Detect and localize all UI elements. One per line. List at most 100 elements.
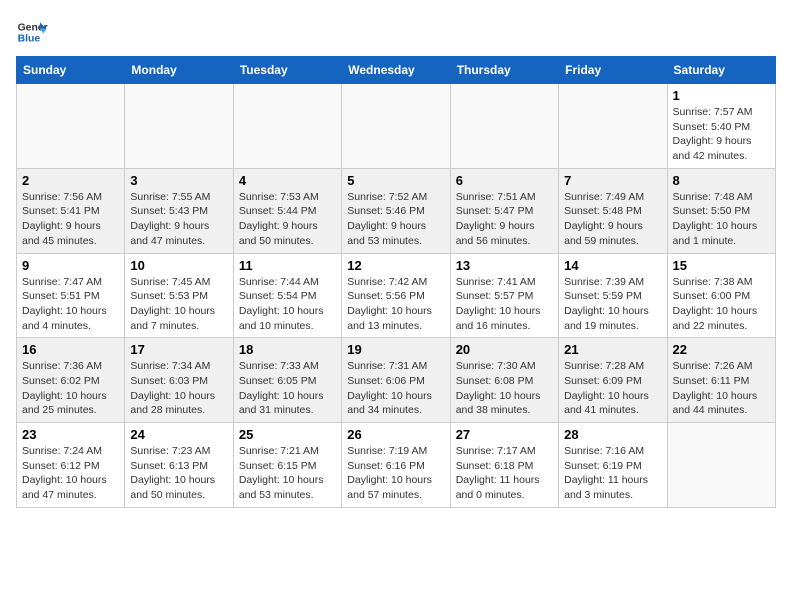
day-number: 3: [130, 173, 227, 188]
calendar-day-cell: [17, 84, 125, 169]
calendar-day-cell: 16 Sunrise: 7:36 AM Sunset: 6:02 PM Dayli…: [17, 338, 125, 423]
day-number: 4: [239, 173, 336, 188]
day-info: Sunrise: 7:33 AM Sunset: 6:05 PM Dayligh…: [239, 359, 336, 418]
day-info: Sunrise: 7:47 AM Sunset: 5:51 PM Dayligh…: [22, 275, 119, 334]
day-info: Sunrise: 7:48 AM Sunset: 5:50 PM Dayligh…: [673, 190, 770, 249]
day-info: Sunrise: 7:45 AM Sunset: 5:53 PM Dayligh…: [130, 275, 227, 334]
day-info: Sunrise: 7:56 AM Sunset: 5:41 PM Dayligh…: [22, 190, 119, 249]
day-info: Sunrise: 7:31 AM Sunset: 6:06 PM Dayligh…: [347, 359, 444, 418]
day-info: Sunrise: 7:36 AM Sunset: 6:02 PM Dayligh…: [22, 359, 119, 418]
calendar-day-cell: 3 Sunrise: 7:55 AM Sunset: 5:43 PM Daylig…: [125, 168, 233, 253]
day-number: 28: [564, 427, 661, 442]
logo-icon: General Blue: [16, 16, 48, 48]
calendar-day-cell: 22 Sunrise: 7:26 AM Sunset: 6:11 PM Dayli…: [667, 338, 775, 423]
calendar-week-row: 9 Sunrise: 7:47 AM Sunset: 5:51 PM Daylig…: [17, 253, 776, 338]
day-info: Sunrise: 7:57 AM Sunset: 5:40 PM Dayligh…: [673, 105, 770, 164]
svg-text:Blue: Blue: [18, 34, 41, 45]
day-number: 6: [456, 173, 553, 188]
day-info: Sunrise: 7:26 AM Sunset: 6:11 PM Dayligh…: [673, 359, 770, 418]
day-number: 8: [673, 173, 770, 188]
logo: General Blue: [16, 16, 48, 48]
calendar-day-cell: 28 Sunrise: 7:16 AM Sunset: 6:19 PM Dayli…: [559, 423, 667, 508]
day-info: Sunrise: 7:44 AM Sunset: 5:54 PM Dayligh…: [239, 275, 336, 334]
day-info: Sunrise: 7:53 AM Sunset: 5:44 PM Dayligh…: [239, 190, 336, 249]
day-number: 22: [673, 342, 770, 357]
calendar-day-cell: 7 Sunrise: 7:49 AM Sunset: 5:48 PM Daylig…: [559, 168, 667, 253]
day-number: 25: [239, 427, 336, 442]
calendar-day-cell: 10 Sunrise: 7:45 AM Sunset: 5:53 PM Dayli…: [125, 253, 233, 338]
calendar-day-cell: 5Sunrise: 7:52 AM Sunset: 5:46 PM Daylig…: [342, 168, 450, 253]
day-number: 19: [347, 342, 444, 357]
day-number: 15: [673, 258, 770, 273]
day-number: 26: [347, 427, 444, 442]
calendar-week-row: 23 Sunrise: 7:24 AM Sunset: 6:12 PM Dayli…: [17, 423, 776, 508]
calendar-day-cell: 1Sunrise: 7:57 AM Sunset: 5:40 PM Daylig…: [667, 84, 775, 169]
calendar-day-cell: 19 Sunrise: 7:31 AM Sunset: 6:06 PM Dayli…: [342, 338, 450, 423]
calendar-day-cell: [233, 84, 341, 169]
calendar-day-cell: 24 Sunrise: 7:23 AM Sunset: 6:13 PM Dayli…: [125, 423, 233, 508]
calendar-day-cell: [450, 84, 558, 169]
day-info: Sunrise: 7:34 AM Sunset: 6:03 PM Dayligh…: [130, 359, 227, 418]
day-number: 16: [22, 342, 119, 357]
day-number: 14: [564, 258, 661, 273]
calendar-day-cell: 20Sunrise: 7:30 AM Sunset: 6:08 PM Dayli…: [450, 338, 558, 423]
calendar-day-cell: [125, 84, 233, 169]
day-info: Sunrise: 7:39 AM Sunset: 5:59 PM Dayligh…: [564, 275, 661, 334]
calendar-week-row: 16 Sunrise: 7:36 AM Sunset: 6:02 PM Dayli…: [17, 338, 776, 423]
calendar-day-cell: 13Sunrise: 7:41 AM Sunset: 5:57 PM Dayli…: [450, 253, 558, 338]
weekday-header-wednesday: Wednesday: [342, 57, 450, 84]
calendar-day-cell: 21 Sunrise: 7:28 AM Sunset: 6:09 PM Dayli…: [559, 338, 667, 423]
calendar-day-cell: 11 Sunrise: 7:44 AM Sunset: 5:54 PM Dayli…: [233, 253, 341, 338]
day-info: Sunrise: 7:42 AM Sunset: 5:56 PM Dayligh…: [347, 275, 444, 334]
calendar-header-row: SundayMondayTuesdayWednesdayThursdayFrid…: [17, 57, 776, 84]
calendar-day-cell: 27 Sunrise: 7:17 AM Sunset: 6:18 PM Dayli…: [450, 423, 558, 508]
day-number: 11: [239, 258, 336, 273]
day-number: 27: [456, 427, 553, 442]
day-number: 10: [130, 258, 227, 273]
day-info: Sunrise: 7:19 AM Sunset: 6:16 PM Dayligh…: [347, 444, 444, 503]
day-info: Sunrise: 7:30 AM Sunset: 6:08 PM Dayligh…: [456, 359, 553, 418]
day-number: 13: [456, 258, 553, 273]
calendar-week-row: 2 Sunrise: 7:56 AM Sunset: 5:41 PM Daylig…: [17, 168, 776, 253]
calendar-day-cell: 17 Sunrise: 7:34 AM Sunset: 6:03 PM Dayli…: [125, 338, 233, 423]
weekday-header-tuesday: Tuesday: [233, 57, 341, 84]
weekday-header-monday: Monday: [125, 57, 233, 84]
weekday-header-friday: Friday: [559, 57, 667, 84]
day-info: Sunrise: 7:21 AM Sunset: 6:15 PM Dayligh…: [239, 444, 336, 503]
calendar-day-cell: 2 Sunrise: 7:56 AM Sunset: 5:41 PM Daylig…: [17, 168, 125, 253]
calendar-day-cell: 23 Sunrise: 7:24 AM Sunset: 6:12 PM Dayli…: [17, 423, 125, 508]
calendar-table: SundayMondayTuesdayWednesdayThursdayFrid…: [16, 56, 776, 508]
weekday-header-thursday: Thursday: [450, 57, 558, 84]
day-info: Sunrise: 7:16 AM Sunset: 6:19 PM Dayligh…: [564, 444, 661, 503]
calendar-day-cell: [342, 84, 450, 169]
day-number: 2: [22, 173, 119, 188]
weekday-header-sunday: Sunday: [17, 57, 125, 84]
day-info: Sunrise: 7:51 AM Sunset: 5:47 PM Dayligh…: [456, 190, 553, 249]
calendar-day-cell: 15Sunrise: 7:38 AM Sunset: 6:00 PM Dayli…: [667, 253, 775, 338]
weekday-header-saturday: Saturday: [667, 57, 775, 84]
calendar-day-cell: 8 Sunrise: 7:48 AM Sunset: 5:50 PM Daylig…: [667, 168, 775, 253]
page-header: General Blue: [16, 16, 776, 48]
day-number: 9: [22, 258, 119, 273]
calendar-day-cell: 14 Sunrise: 7:39 AM Sunset: 5:59 PM Dayli…: [559, 253, 667, 338]
calendar-day-cell: 6 Sunrise: 7:51 AM Sunset: 5:47 PM Daylig…: [450, 168, 558, 253]
day-info: Sunrise: 7:55 AM Sunset: 5:43 PM Dayligh…: [130, 190, 227, 249]
day-info: Sunrise: 7:23 AM Sunset: 6:13 PM Dayligh…: [130, 444, 227, 503]
calendar-day-cell: [667, 423, 775, 508]
day-number: 24: [130, 427, 227, 442]
calendar-day-cell: 25 Sunrise: 7:21 AM Sunset: 6:15 PM Dayli…: [233, 423, 341, 508]
day-info: Sunrise: 7:28 AM Sunset: 6:09 PM Dayligh…: [564, 359, 661, 418]
day-number: 17: [130, 342, 227, 357]
day-info: Sunrise: 7:17 AM Sunset: 6:18 PM Dayligh…: [456, 444, 553, 503]
day-number: 7: [564, 173, 661, 188]
day-info: Sunrise: 7:24 AM Sunset: 6:12 PM Dayligh…: [22, 444, 119, 503]
calendar-day-cell: [559, 84, 667, 169]
day-info: Sunrise: 7:52 AM Sunset: 5:46 PM Dayligh…: [347, 190, 444, 249]
calendar-day-cell: 18Sunrise: 7:33 AM Sunset: 6:05 PM Dayli…: [233, 338, 341, 423]
day-info: Sunrise: 7:49 AM Sunset: 5:48 PM Dayligh…: [564, 190, 661, 249]
calendar-week-row: 1Sunrise: 7:57 AM Sunset: 5:40 PM Daylig…: [17, 84, 776, 169]
calendar-day-cell: 12 Sunrise: 7:42 AM Sunset: 5:56 PM Dayli…: [342, 253, 450, 338]
day-number: 23: [22, 427, 119, 442]
day-number: 12: [347, 258, 444, 273]
day-number: 21: [564, 342, 661, 357]
